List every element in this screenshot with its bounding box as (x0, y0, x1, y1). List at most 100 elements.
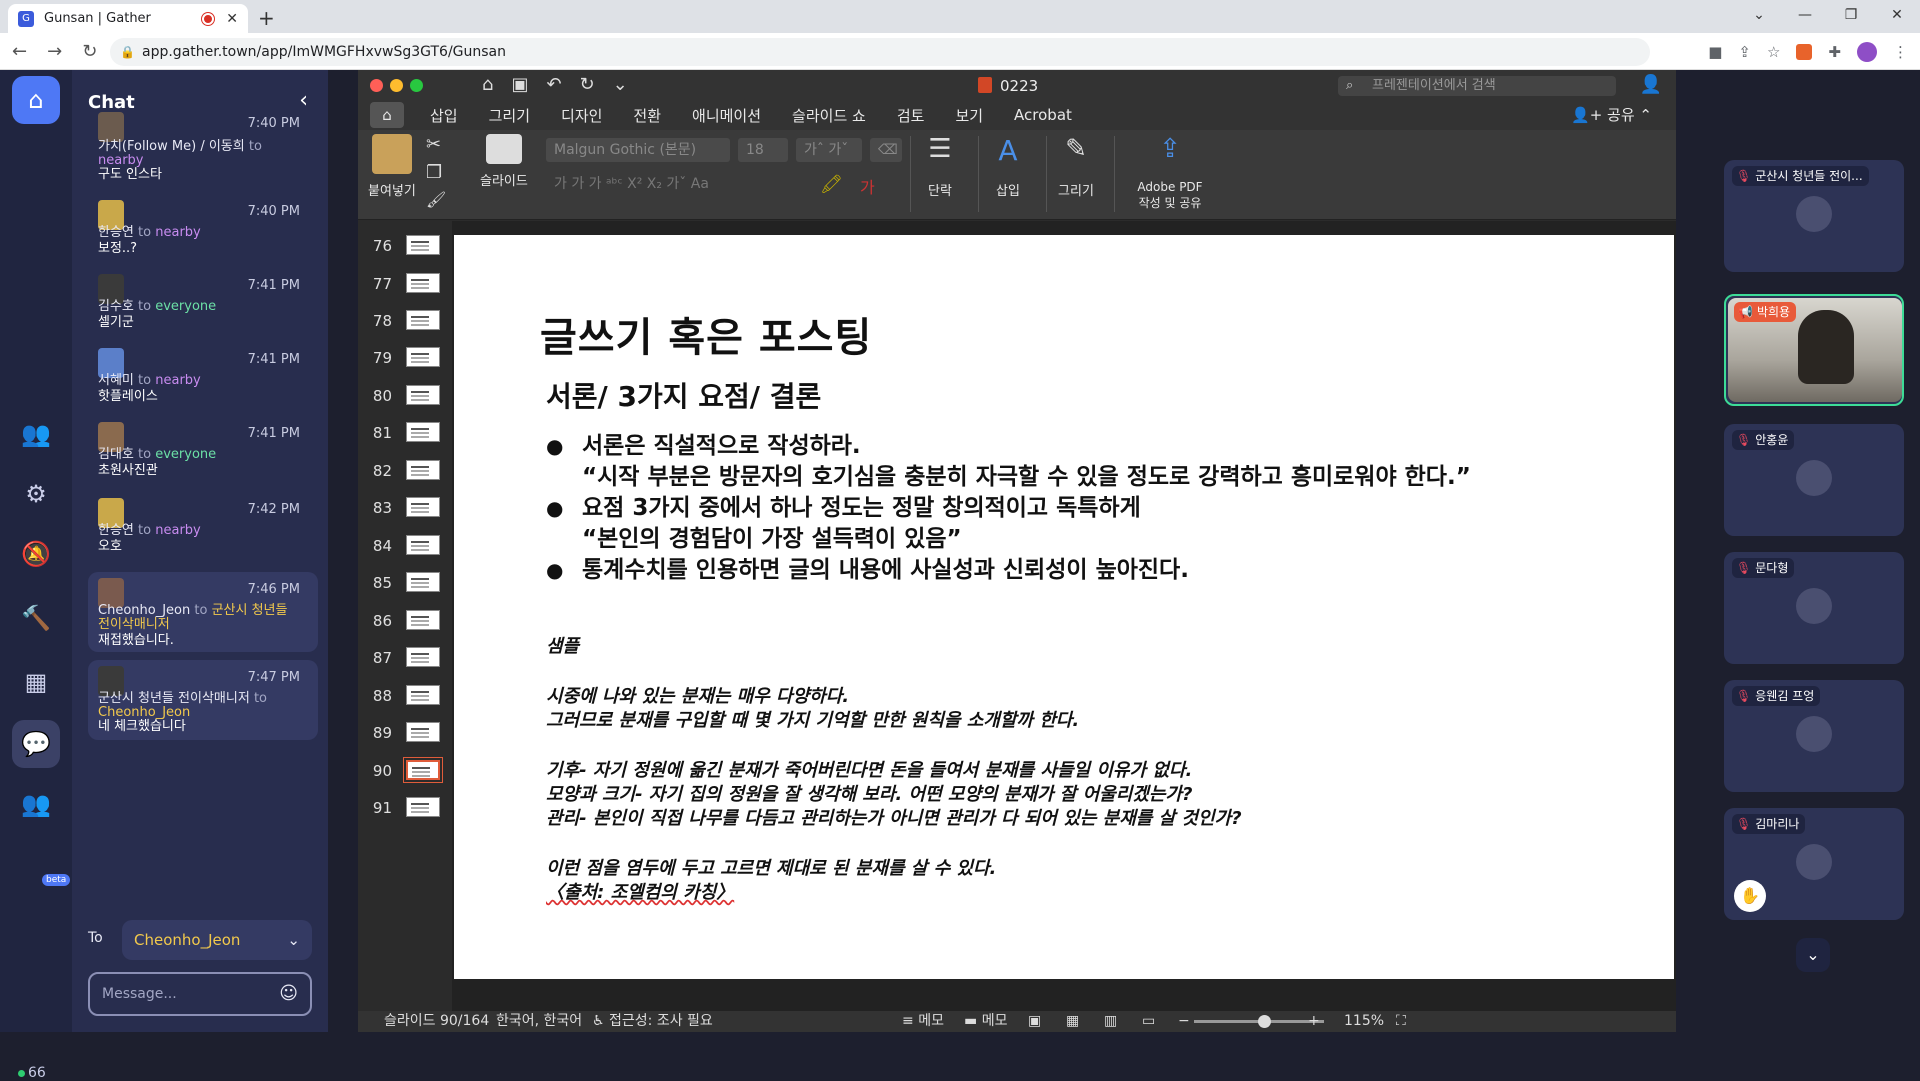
tab-slideshow[interactable]: 슬라이드 쇼 (792, 105, 866, 126)
share-icon[interactable]: ⇪ (1738, 43, 1751, 61)
puzzle-icon[interactable]: ✚ (1828, 43, 1841, 61)
draw-button[interactable]: ✎ 그리기 (1056, 134, 1096, 199)
zoom-dot-icon[interactable] (410, 79, 423, 92)
settings-gear-icon[interactable]: ⚙ (12, 470, 60, 518)
font-grow-shrink[interactable]: 가ˆ 가ˇ (796, 138, 862, 162)
customize-icon[interactable]: ⌄ (613, 74, 628, 95)
tab-review[interactable]: 검토 (897, 105, 925, 126)
close-tab-icon[interactable]: ✕ (226, 11, 238, 27)
slide-thumbnail[interactable]: 83 (358, 493, 452, 523)
collapse-chevron-icon[interactable]: ‹ (299, 88, 308, 113)
adobe-pdf-button[interactable]: ⇪ Adobe PDF 작성 및 공유 (1120, 134, 1220, 211)
comments-button[interactable]: ▬ 메모 (964, 1011, 1007, 1032)
slide-thumbnail[interactable]: 88 (358, 681, 452, 711)
bookmark-star-icon[interactable]: ☆ (1767, 43, 1780, 61)
people-icon[interactable]: 👥 (12, 780, 60, 828)
slide-thumbnail[interactable]: 86 (358, 606, 452, 636)
reading-view-icon[interactable]: ▥ (1104, 1011, 1117, 1032)
slide-subtitle[interactable]: 서론/ 3가지 요점/ 결론 (546, 375, 821, 415)
normal-view-icon[interactable]: ▣ (1028, 1011, 1041, 1032)
paragraph-button[interactable]: ☰ 단락 (920, 134, 960, 199)
slide-thumbnail[interactable]: 81 (358, 418, 452, 448)
restore-icon[interactable]: ❐ (1828, 0, 1874, 33)
close-dot-icon[interactable] (370, 79, 383, 92)
participant-tile[interactable]: 🎙 안홍윤 (1724, 424, 1904, 536)
zoom-slider[interactable] (1194, 1015, 1324, 1028)
slide-thumbnail[interactable]: 87 (358, 643, 452, 673)
menu-dots-icon[interactable]: ⋮ (1893, 43, 1908, 61)
ppt-search-input[interactable]: ⌕ 프레젠테이션에서 검색 (1338, 76, 1616, 96)
slide-thumbnail[interactable]: 91 (358, 793, 452, 823)
slide-thumbnail[interactable]: 79 (358, 343, 452, 373)
new-tab-button[interactable]: + (258, 6, 275, 30)
build-hammer-icon[interactable]: 🔨 (12, 594, 60, 642)
participants-icon[interactable]: 👥 (12, 410, 60, 458)
redo-icon[interactable]: ↻ (580, 74, 595, 95)
tab-draw[interactable]: 그리기 (489, 105, 530, 126)
sample-text[interactable]: 샘플 시중에 나와 있는 분재는 매우 다양하다. 그러므로 분재를 구입할 때 … (546, 635, 1242, 931)
tab-view[interactable]: 보기 (955, 105, 983, 126)
slide-bullets[interactable]: 서론은 직설적으로 작성하라.“시작 부분은 방문자의 호기심을 충분히 자극할… (546, 431, 1471, 586)
user-account-icon[interactable]: 👤 (1640, 74, 1662, 95)
slide-thumbnail[interactable]: 85 (358, 568, 452, 598)
slide-thumbnail-list[interactable]: 76 77 78 79 80 81 82 83 84 85 86 87 88 8… (358, 221, 452, 1011)
minimize-dot-icon[interactable] (390, 79, 403, 92)
zoom-in-icon[interactable]: + (1308, 1011, 1320, 1032)
share-button[interactable]: 👤+ 공유 ⌃ (1571, 104, 1652, 125)
slide-thumbnail[interactable]: 76 (358, 231, 452, 261)
format-painter-icon[interactable]: 🖌 (426, 190, 446, 209)
sorter-view-icon[interactable]: ▦ (1066, 1011, 1079, 1032)
slide-thumbnail[interactable]: 89 (358, 718, 452, 748)
emoji-icon[interactable]: ☺ (279, 974, 298, 1014)
message-input[interactable]: Message... ☺ (88, 972, 312, 1016)
browser-tab[interactable]: G Gunsan | Gather ✕ (8, 4, 248, 33)
zoom-level[interactable]: 115% (1344, 1011, 1384, 1032)
zoom-slider-knob[interactable] (1258, 1015, 1271, 1028)
font-color-icon[interactable]: 가 (860, 174, 875, 198)
tab-home[interactable]: ⌂ (370, 102, 404, 128)
fit-to-window-icon[interactable]: ⛶ (1396, 1011, 1406, 1032)
close-window-icon[interactable]: ✕ (1874, 0, 1920, 33)
language-status[interactable]: 한국어, 한국어 (496, 1011, 582, 1032)
minimize-icon[interactable]: — (1782, 0, 1828, 33)
camera-icon[interactable]: ■ (1708, 43, 1722, 61)
slide-thumbnail-selected[interactable]: 90 (358, 756, 452, 786)
profile-avatar[interactable] (1857, 42, 1877, 62)
insert-button[interactable]: A 삽입 (988, 134, 1028, 199)
home-icon[interactable]: ⌂ (482, 74, 493, 95)
slide-title[interactable]: 글쓰기 혹은 포스팅 (540, 305, 872, 363)
slide-thumbnail[interactable]: 84 (358, 531, 452, 561)
undo-icon[interactable]: ↶ (546, 74, 561, 95)
tab-acrobat[interactable]: Acrobat (1014, 106, 1072, 124)
participant-tile[interactable]: 🎙 김마리나 ✋ (1724, 808, 1904, 920)
slideshow-view-icon[interactable]: ▭ (1142, 1011, 1155, 1032)
zoom-out-icon[interactable]: − (1178, 1011, 1190, 1032)
reload-icon[interactable]: ↻ (82, 41, 97, 62)
save-icon[interactable]: ▣ (511, 74, 528, 95)
font-family-select[interactable]: Malgun Gothic (본문) (546, 138, 730, 162)
slide-thumbnail[interactable]: 77 (358, 269, 452, 299)
extension-icon[interactable] (1796, 44, 1813, 60)
notifications-off-icon[interactable]: 🔕 (12, 530, 60, 578)
current-slide[interactable]: 글쓰기 혹은 포스팅 서론/ 3가지 요점/ 결론 서론은 직설적으로 작성하라… (454, 235, 1674, 979)
chat-icon[interactable]: 💬 (12, 720, 60, 768)
participant-tile-speaking[interactable]: 📢 박희용 (1724, 294, 1904, 406)
slide-thumbnail[interactable]: 78 (358, 306, 452, 336)
slide-thumbnail[interactable]: 80 (358, 381, 452, 411)
cut-icon[interactable]: ✂ (426, 134, 441, 155)
font-size-select[interactable]: 18 (738, 138, 788, 162)
participant-tile[interactable]: 🎙 문다형 (1724, 552, 1904, 664)
tab-transitions[interactable]: 전환 (633, 105, 661, 126)
calendar-icon[interactable]: ▦ (12, 658, 60, 706)
clear-format-icon[interactable]: ⌫ (870, 138, 902, 162)
tab-search-icon[interactable]: ⌄ (1736, 0, 1782, 33)
new-slide-button[interactable]: 슬라이드 (480, 134, 528, 189)
url-field[interactable]: 🔒 app.gather.town/app/ImWMGFHxvwSg3GT6/G… (110, 38, 1650, 66)
tab-insert[interactable]: 삽입 (430, 105, 458, 126)
accessibility-status[interactable]: ♿ 접근성: 조사 필요 (592, 1011, 713, 1032)
participant-tile[interactable]: 🎙 응웬김 프엉 (1724, 680, 1904, 792)
show-more-chevron-icon[interactable]: ⌄ (1796, 938, 1830, 972)
paste-button[interactable]: 붙여넣기 (368, 134, 416, 199)
highlight-icon[interactable]: 🖍 (820, 174, 843, 195)
participant-tile[interactable]: 🎙 군산시 청년들 전이... (1724, 160, 1904, 272)
